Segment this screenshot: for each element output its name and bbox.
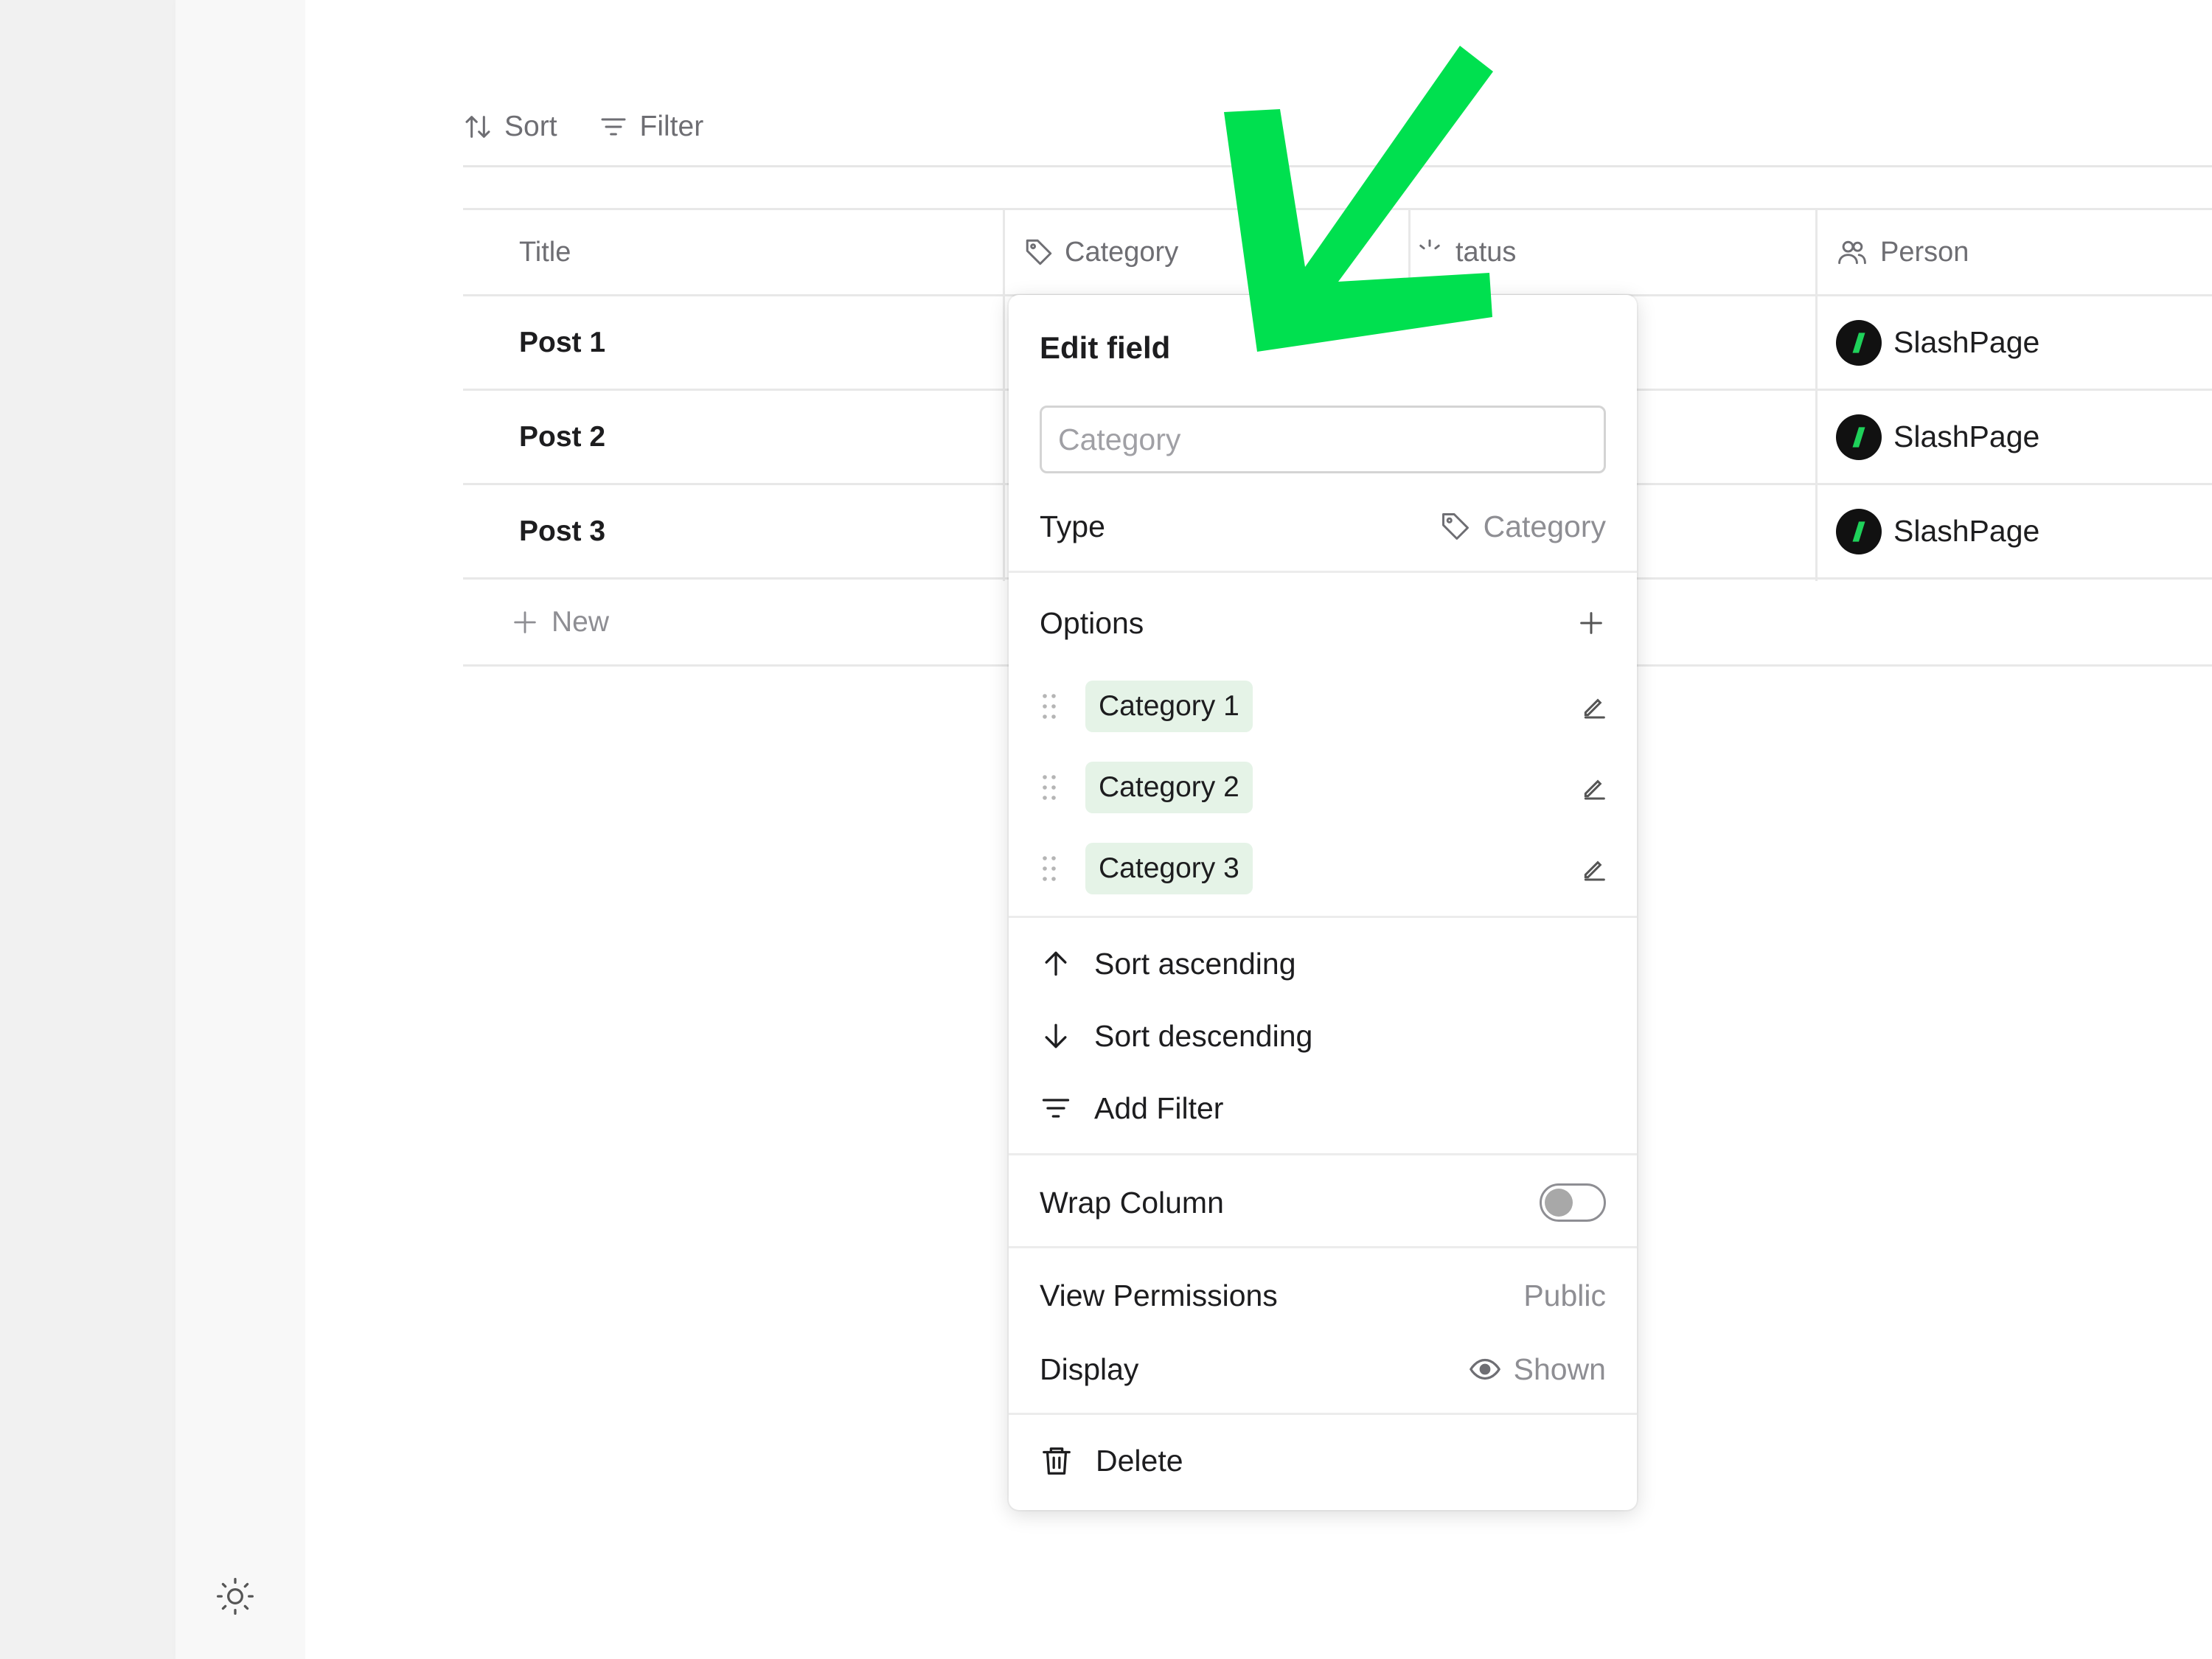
slashpage-logo-icon	[1836, 319, 1882, 366]
sort-label: Sort	[504, 111, 557, 142]
sun-icon	[217, 1578, 254, 1615]
option-item[interactable]: Category 3	[1040, 841, 1609, 897]
arrow-up-icon	[1045, 951, 1067, 976]
trash-icon	[1043, 1447, 1071, 1475]
person-name: SlashPage	[1893, 420, 2040, 453]
person-cell[interactable]: SlashPage	[1836, 391, 2039, 483]
delete-field-item[interactable]: Delete	[1040, 1435, 1183, 1486]
field-type-row[interactable]: Type Category	[1040, 504, 1606, 549]
sort-icon	[465, 116, 490, 138]
tag-icon	[1441, 513, 1469, 540]
left-gutter	[0, 0, 175, 1659]
field-name-input[interactable]	[1040, 406, 1606, 473]
display-row[interactable]: Display Shown	[1040, 1343, 1606, 1395]
tag-icon	[1026, 239, 1052, 265]
options-header: Options	[1040, 597, 1606, 649]
sort-ascending-label: Sort ascending	[1094, 946, 1296, 981]
table-toolbar: Sort Filter	[463, 103, 703, 150]
slashpage-logo-icon	[1836, 508, 1882, 554]
filter-icon	[601, 118, 626, 136]
add-option-plus-icon[interactable]	[1576, 608, 1606, 638]
divider	[1009, 571, 1637, 573]
row-title: Post 3	[519, 515, 606, 547]
display-value: Shown	[1468, 1352, 1606, 1387]
drag-handle-icon[interactable]	[1040, 692, 1059, 721]
add-filter-label: Add Filter	[1094, 1091, 1224, 1125]
person-cell[interactable]: SlashPage	[1836, 485, 2039, 577]
delete-label: Delete	[1096, 1443, 1183, 1478]
theme-toggle-button[interactable]	[212, 1573, 258, 1619]
people-icon	[1838, 240, 1866, 265]
person-name: SlashPage	[1893, 514, 2040, 548]
option-chip: Category 3	[1085, 843, 1253, 894]
view-permissions-label: View Permissions	[1040, 1278, 1278, 1312]
header-person[interactable]: Person	[1836, 210, 1969, 294]
pencil-icon[interactable]	[1579, 854, 1609, 883]
wrap-column-toggle[interactable]	[1540, 1183, 1606, 1222]
header-category[interactable]: Category	[1023, 210, 1178, 294]
divider	[1009, 1153, 1637, 1155]
options-label: Options	[1040, 605, 1144, 640]
drag-handle-icon[interactable]	[1040, 854, 1059, 883]
header-title[interactable]: Title	[519, 210, 571, 294]
new-row-button[interactable]: New	[510, 580, 609, 664]
wrap-column-row: Wrap Column	[1040, 1177, 1606, 1228]
pencil-icon[interactable]	[1579, 692, 1609, 721]
arrow-down-icon	[1045, 1023, 1067, 1048]
sort-descending-item[interactable]: Sort descending	[1040, 1010, 1312, 1062]
divider	[1009, 1413, 1637, 1415]
option-item[interactable]: Category 2	[1040, 759, 1609, 815]
header-person-label: Person	[1880, 236, 1969, 268]
view-permissions-value: Public	[1523, 1278, 1606, 1312]
drag-handle-icon[interactable]	[1040, 773, 1059, 802]
display-value-label: Shown	[1513, 1352, 1606, 1386]
sort-button[interactable]: Sort	[463, 111, 557, 143]
slashpage-logo-icon	[1836, 414, 1882, 460]
new-row-label: New	[552, 605, 610, 638]
row-title: Post 2	[519, 420, 606, 453]
type-label: Type	[1040, 509, 1105, 543]
add-filter-item[interactable]: Add Filter	[1040, 1082, 1223, 1134]
plus-icon	[514, 611, 536, 633]
option-chip: Category 1	[1085, 681, 1253, 732]
popover-title: Edit field	[1040, 330, 1171, 365]
wrap-column-label: Wrap Column	[1040, 1185, 1224, 1220]
divider	[1009, 916, 1637, 918]
pencil-icon[interactable]	[1579, 773, 1609, 802]
edit-field-popover: Edit field Type Category Options Categor…	[1009, 295, 1637, 1510]
display-label: Display	[1040, 1352, 1139, 1386]
row-title: Post 1	[519, 326, 606, 358]
type-value-label: Category	[1483, 509, 1606, 543]
option-item[interactable]: Category 1	[1040, 678, 1609, 734]
person-name: SlashPage	[1893, 325, 2040, 359]
type-value: Category	[1439, 509, 1606, 544]
filter-icon	[1042, 1099, 1070, 1118]
sort-descending-label: Sort descending	[1094, 1018, 1313, 1053]
filter-label: Filter	[639, 111, 704, 142]
sidebar	[175, 0, 305, 1659]
divider	[1009, 1246, 1637, 1248]
toggle-knob	[1545, 1189, 1573, 1217]
header-category-label: Category	[1065, 236, 1179, 268]
person-cell[interactable]: SlashPage	[1836, 296, 2039, 389]
option-chip: Category 2	[1085, 762, 1253, 813]
view-permissions-row[interactable]: View Permissions Public	[1040, 1270, 1606, 1321]
sort-ascending-item[interactable]: Sort ascending	[1040, 938, 1296, 990]
filter-button[interactable]: Filter	[599, 111, 704, 143]
annotation-arrow-icon	[1224, 46, 1493, 352]
eye-icon	[1469, 1358, 1500, 1380]
header-title-label: Title	[519, 236, 571, 268]
